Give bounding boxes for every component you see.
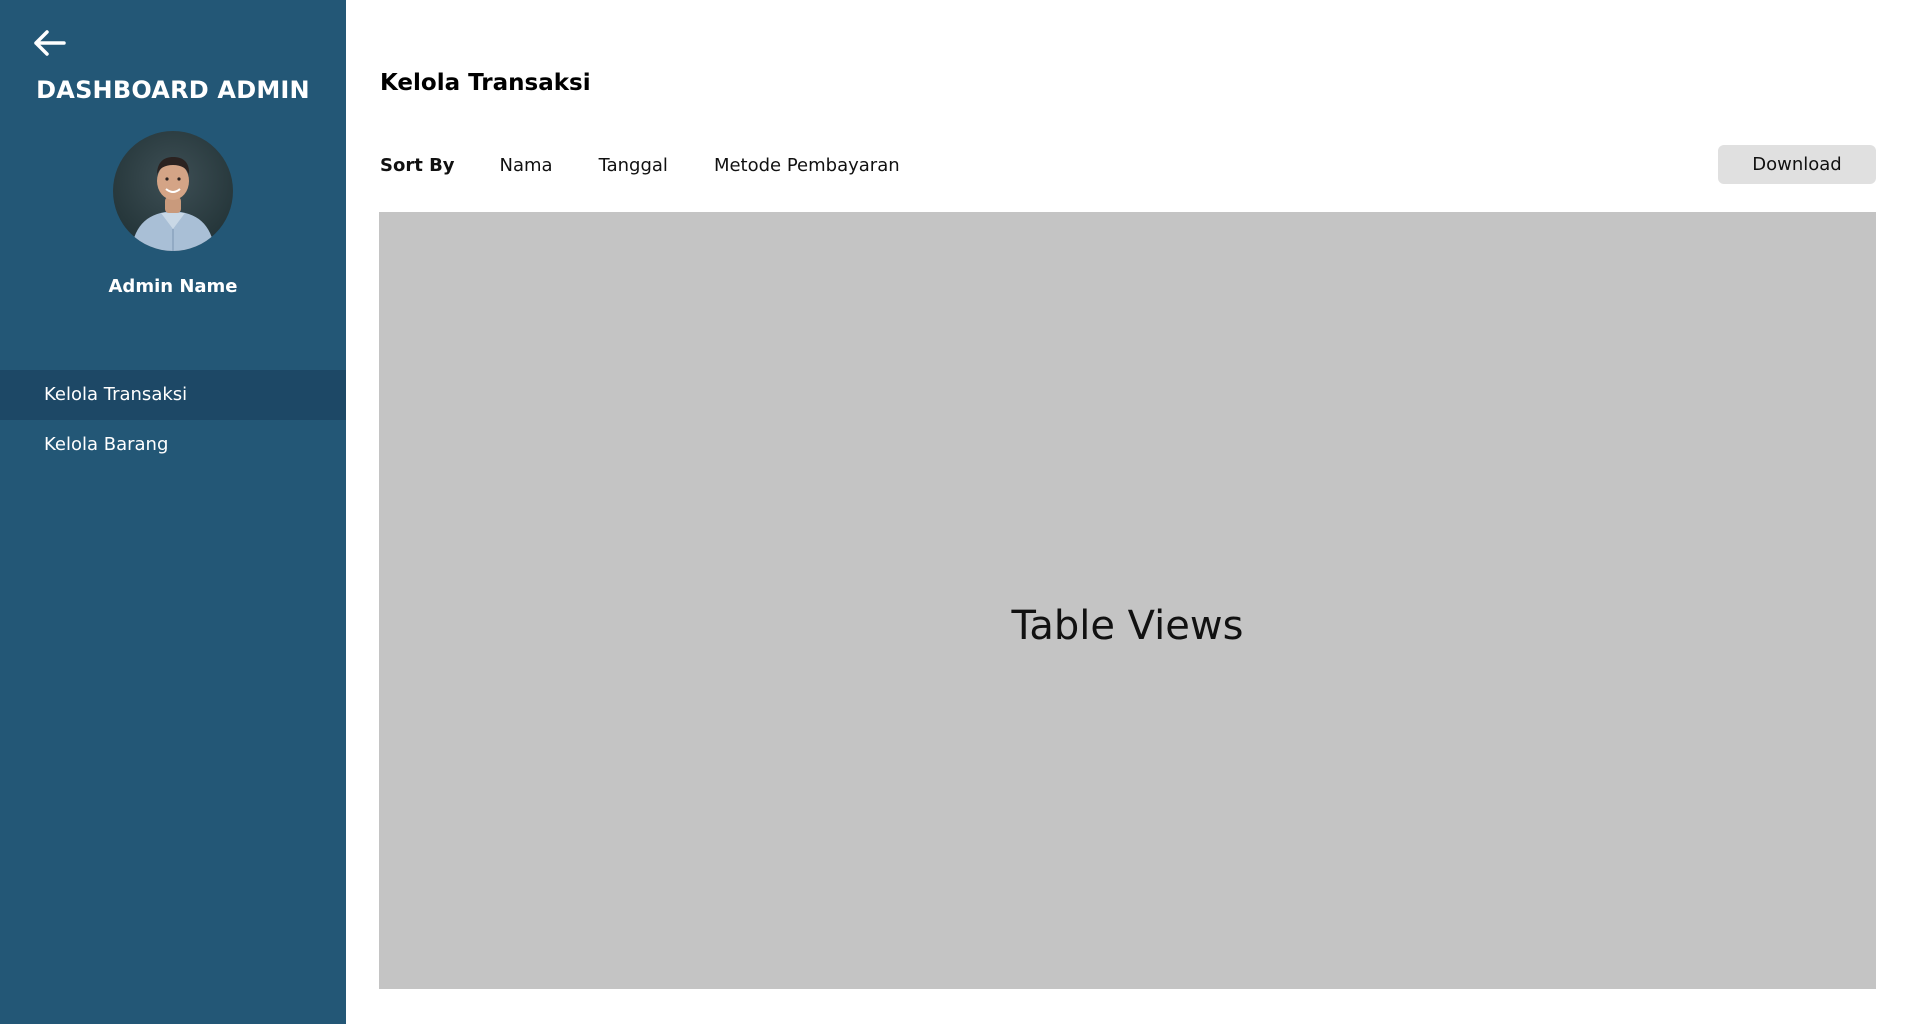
sidebar-item-kelola-barang[interactable]: Kelola Barang [0, 420, 346, 470]
app-window: DASHBOARD ADMIN Admin Name Kelola Transa… [0, 0, 1920, 1024]
table-view: Table Views [379, 212, 1876, 989]
back-button[interactable] [30, 24, 70, 64]
main-content: Kelola Transaksi Sort By Nama Tanggal Me… [346, 0, 1920, 1024]
sort-option-tanggal[interactable]: Tanggal [599, 155, 668, 176]
dashboard-title: DASHBOARD ADMIN [36, 76, 310, 104]
download-button[interactable]: Download [1718, 145, 1876, 184]
sort-option-nama[interactable]: Nama [500, 155, 553, 176]
admin-photo [131, 157, 215, 251]
sidebar: DASHBOARD ADMIN Admin Name Kelola Transa… [0, 0, 346, 1024]
sort-option-metode-pembayaran[interactable]: Metode Pembayaran [714, 155, 900, 176]
sidebar-nav: Kelola Transaksi Kelola Barang [0, 370, 346, 470]
admin-name: Admin Name [108, 276, 238, 297]
avatar [113, 131, 233, 251]
sort-bar: Sort By Nama Tanggal Metode Pembayaran [380, 152, 946, 178]
arrow-left-icon [34, 30, 66, 56]
page-title: Kelola Transaksi [380, 70, 591, 96]
sidebar-item-kelola-transaksi[interactable]: Kelola Transaksi [0, 370, 346, 420]
sort-by-label: Sort By [380, 154, 455, 176]
table-placeholder-label: Table Views [1011, 602, 1244, 649]
